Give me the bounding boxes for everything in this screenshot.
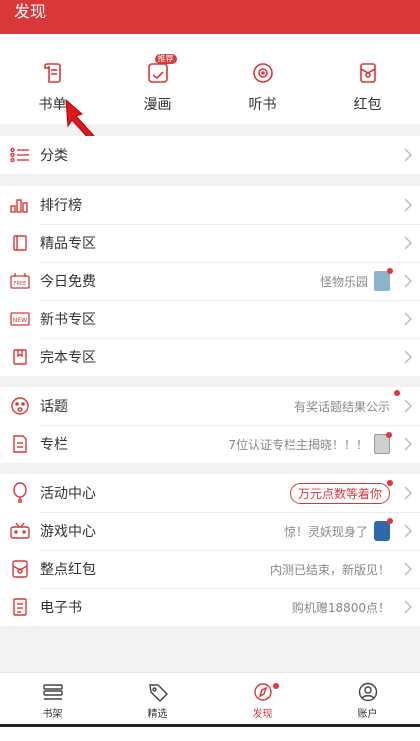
list-item-value-text: 有奖话题结果公示 [293,399,390,414]
chevron-right-icon [396,437,420,451]
svg-text:FREE: FREE [14,281,27,287]
chevron-right-icon [396,312,420,326]
quick-item-comic[interactable]: 推荐 漫画 [105,34,210,124]
notification-dot [386,432,392,438]
list-item-label: 活动中心 [40,486,96,502]
chevron-right-icon [396,600,420,614]
chevron-right-icon [396,148,420,162]
chevron-right-icon [396,236,420,250]
list-item-value: 7位认证专栏主揭晓！！！ [228,437,368,452]
tab-featured[interactable]: 精选 [105,673,210,724]
column-thumbnail [374,432,392,454]
section-books: 排行榜 精品专区 FREE 今日免费 怪物乐园 NEW 新书专区 完本专区 [0,186,420,376]
book-icon [0,234,40,252]
section-category: 分类 [0,136,420,174]
list-item-columns[interactable]: 专栏 7位认证专栏主揭晓！！！ [0,425,420,463]
list-item-label: 完本专区 [40,350,96,366]
list-item-value: 购机赠18800点！ [291,600,390,615]
chevron-right-icon [396,350,420,364]
quick-item-label: 听书 [248,97,277,113]
chevron-right-icon [396,274,420,288]
list-item-ranking[interactable]: 排行榜 [0,186,420,224]
chevron-right-icon [396,198,420,212]
tag-icon [148,684,168,702]
page-header: 发现 [0,0,420,34]
ranking-icon [0,197,40,213]
comic-icon: 推荐 [145,54,177,86]
game-thumbnail [374,518,393,541]
tab-label: 发现 [252,709,273,720]
recommend-badge: 推荐 [154,54,177,64]
notification-dot [394,389,400,396]
section-community: 话题 有奖话题结果公示 专栏 7位认证专栏主揭晓！！！ [0,387,420,463]
bookshelf-icon [42,684,63,700]
list-item-value: 惊！灵妖现身了 [283,524,368,539]
list-item-new-books[interactable]: NEW 新书专区 [0,300,420,338]
topic-face-icon [0,396,40,416]
system-bottom-strip [0,724,420,741]
list-item-activity-center[interactable]: 活动中心 万元点数等着你 [0,474,420,512]
gamepad-icon [0,522,40,540]
promo-pill-text: 万元点数等着你 [297,486,382,501]
notification-dot [387,518,393,524]
list-item-label: 电子书 [40,600,82,616]
tab-label: 书架 [42,709,63,720]
notification-dot [273,683,279,689]
list-item-label: 专栏 [40,437,68,453]
category-icon [0,147,40,163]
chevron-right-icon [396,399,420,413]
tab-bookshelf[interactable]: 书架 [0,673,105,724]
list-item-label: 新书专区 [40,312,96,328]
promo-pill: 万元点数等着你 [289,479,393,504]
free-icon: FREE [0,272,40,290]
tab-discover[interactable]: 发现 [210,673,315,724]
svg-text:NEW: NEW [13,317,27,324]
chevron-right-icon [396,486,420,500]
section-activities: 活动中心 万元点数等着你 游戏中心 惊！灵妖现身了 整点红包 内测已结束，新版见… [0,474,420,626]
document-icon [0,434,40,454]
list-item-topics[interactable]: 话题 有奖话题结果公示 [0,387,420,425]
list-item-label: 话题 [40,399,68,415]
book-cover-thumbnail [374,268,393,291]
list-item-category[interactable]: 分类 [0,136,420,174]
list-item-completed[interactable]: 完本专区 [0,338,420,376]
list-item-ebook[interactable]: 电子书 购机赠18800点！ [0,588,420,626]
quick-item-label: 红包 [353,97,382,113]
list-item-label: 分类 [40,148,68,164]
balloon-icon [0,482,40,504]
notification-dot [387,479,393,486]
compass-icon [253,683,272,701]
list-item-premium[interactable]: 精品专区 [0,224,420,262]
book-list-icon [40,60,66,86]
red-packet-icon [355,60,381,86]
list-item-label: 整点红包 [40,562,96,578]
tab-label: 账户 [357,709,378,720]
bookmark-icon [0,348,40,366]
list-item-game-center[interactable]: 游戏中心 惊！灵妖现身了 [0,512,420,550]
audio-book-icon [250,60,276,86]
page-title: 发现 [14,2,47,21]
list-item-hourly-redpacket[interactable]: 整点红包 内测已结束，新版见！ [0,550,420,588]
list-item-value: 内测已结束，新版见！ [269,562,390,577]
list-item-free-today[interactable]: FREE 今日免费 怪物乐园 [0,262,420,300]
quick-item-label: 漫画 [143,97,172,113]
tab-label: 精选 [147,709,168,720]
list-item-value: 怪物乐园 [319,274,368,289]
user-icon [358,682,377,702]
notification-dot [387,268,393,274]
red-packet-icon [0,559,40,579]
list-item-label: 精品专区 [40,236,96,252]
list-item-label: 排行榜 [40,198,82,214]
ebook-icon [0,597,40,617]
list-item-label: 今日免费 [40,274,96,290]
chevron-right-icon [396,524,420,538]
quick-item-audiobook[interactable]: 听书 [210,34,315,124]
list-item-label: 游戏中心 [40,524,96,540]
list-item-value: 有奖话题结果公示 [293,389,400,415]
quick-item-redpacket[interactable]: 红包 [315,34,420,124]
chevron-right-icon [396,562,420,576]
new-icon: NEW [0,311,40,327]
bottom-tab-bar: 书架 精选 发现 账户 [0,672,420,724]
tab-account[interactable]: 账户 [315,673,420,724]
